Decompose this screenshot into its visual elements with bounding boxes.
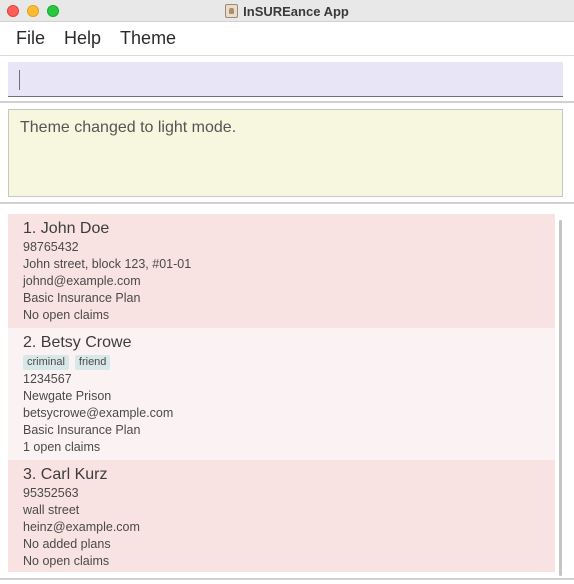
- person-claims: No open claims: [23, 308, 110, 322]
- command-box[interactable]: [8, 62, 563, 97]
- person-name: 1. John Doe: [23, 220, 110, 237]
- person-card[interactable]: 3. Carl Kurz 95352563 wall street heinz@…: [8, 460, 555, 572]
- list-scrollbar[interactable]: [559, 220, 562, 576]
- title-bar: InSUREance App: [0, 0, 574, 22]
- window-title: InSUREance App: [243, 3, 349, 19]
- person-address: Newgate Prison: [23, 389, 112, 403]
- person-list-pane: 1. John Doe 98765432 John street, block …: [0, 205, 574, 580]
- person-card[interactable]: 1. John Doe 98765432 John street, block …: [8, 214, 555, 328]
- menu-theme[interactable]: Theme: [120, 28, 176, 49]
- result-display: Theme changed to light mode.: [8, 109, 563, 197]
- person-phone: 1234567: [23, 372, 72, 386]
- person-name: 2. Betsy Crowe: [23, 334, 132, 351]
- command-input[interactable]: [8, 62, 563, 96]
- person-address: John street, block 123, #01-01: [23, 257, 192, 271]
- tag: criminal: [23, 355, 69, 370]
- tag-list: criminal friend: [23, 354, 540, 371]
- menu-bar: File Help Theme: [0, 22, 574, 56]
- person-claims: No open claims: [23, 554, 110, 568]
- tag: friend: [74, 355, 111, 370]
- person-plan: Basic Insurance Plan: [23, 423, 141, 437]
- person-address: wall street: [23, 503, 80, 517]
- app-icon: [225, 4, 239, 18]
- person-card[interactable]: 2. Betsy Crowe criminal friend 1234567 N…: [8, 328, 555, 460]
- menu-help[interactable]: Help: [64, 28, 101, 49]
- person-email: betsycrowe@example.com: [23, 406, 174, 420]
- person-name: 3. Carl Kurz: [23, 466, 108, 483]
- person-email: heinz@example.com: [23, 520, 140, 534]
- person-email: johnd@example.com: [23, 274, 141, 288]
- person-phone: 98765432: [23, 240, 79, 254]
- text-cursor: [19, 70, 20, 90]
- result-pane: Theme changed to light mode.: [0, 104, 574, 204]
- person-claims: 1 open claims: [23, 440, 101, 454]
- person-plan: No added plans: [23, 537, 111, 551]
- command-pane: [0, 56, 574, 103]
- window-title-group: InSUREance App: [0, 0, 574, 22]
- person-phone: 95352563: [23, 486, 79, 500]
- person-list: 1. John Doe 98765432 John street, block …: [8, 214, 555, 572]
- person-plan: Basic Insurance Plan: [23, 291, 141, 305]
- menu-file[interactable]: File: [16, 28, 45, 49]
